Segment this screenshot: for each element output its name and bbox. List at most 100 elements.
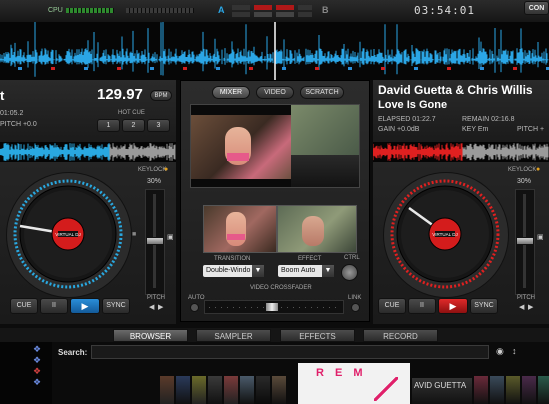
deck-b-jog-wheel[interactable]: VIRTUAL DJ (383, 172, 507, 296)
bottom-tab-bar: BROWSER SAMPLER EFFECTS RECORD (0, 328, 549, 342)
deck-b-waveform[interactable] (372, 142, 549, 162)
beat-marker (51, 67, 55, 70)
deck-a-sync-button[interactable]: SYNC (102, 298, 130, 314)
config-button[interactable]: CON (524, 1, 549, 15)
chevron-down-icon[interactable]: ▼ (322, 265, 334, 277)
deck-a-indicator[interactable]: A (218, 5, 225, 15)
tab-record[interactable]: RECORD (363, 329, 438, 342)
beat-marker (84, 67, 88, 70)
folder-icon[interactable]: ❖ (33, 355, 41, 366)
deck-b-indicator[interactable]: B (322, 5, 329, 15)
hot-cue-group: 1 2 3 (97, 119, 171, 132)
deck-switch[interactable] (232, 5, 314, 18)
deck-b-title: Love Is Gone (378, 99, 448, 111)
tab-browser[interactable]: BROWSER (113, 329, 188, 342)
deck-a-bpm: 129.97 (97, 86, 143, 103)
video-crossfader[interactable] (204, 300, 344, 314)
tab-video[interactable]: VIDEO (256, 86, 294, 99)
chevron-down-icon[interactable]: ▼ (252, 265, 264, 277)
pitch-reset-icon[interactable]: ▣ (537, 233, 544, 241)
hot-cue-1-button[interactable]: 1 (97, 119, 120, 132)
deck-a-play-button[interactable]: ▶ (70, 298, 100, 314)
auto-toggle[interactable] (190, 303, 199, 312)
folder-icon[interactable]: ❖ (33, 366, 41, 377)
effect-ctrl-knob[interactable] (341, 264, 358, 281)
bpm-badge[interactable]: BPM (150, 90, 172, 101)
waveform-deck-a (0, 22, 274, 77)
search-input[interactable] (91, 345, 489, 359)
beat-markers (18, 67, 549, 70)
lock-icon[interactable]: ● (164, 166, 168, 173)
effect-value: Boom Auto (281, 267, 316, 274)
deck-a-jog-wheel[interactable]: VIRTUAL DJ (6, 172, 130, 296)
deck-a-keylock-value: 30% (147, 178, 162, 185)
deck-a-info: t 129.97 BPM 01:05.2 PITCH +0.0 HOT CUE … (0, 80, 176, 142)
level-meter (126, 8, 194, 13)
deck-b-cue-button[interactable]: CUE (378, 298, 406, 314)
video-output-preview (190, 104, 360, 188)
sort-icon[interactable]: ↕ (512, 346, 517, 356)
browser-panel: ❖ ❖ ❖ ❖ Search: ◉ ↕ R E M AVID GUETTA (0, 342, 549, 404)
deck-a-cue-button[interactable]: CUE (10, 298, 38, 314)
tab-effects[interactable]: EFFECTS (280, 329, 355, 342)
effect-label: EFFECT (298, 256, 322, 262)
deck-a-pause-button[interactable]: II (40, 298, 68, 314)
tab-sampler[interactable]: SAMPLER (196, 329, 271, 342)
clock: 03:54:01 (414, 4, 475, 17)
link-toggle[interactable] (351, 303, 360, 312)
deck-a-waveform[interactable] (0, 142, 176, 162)
video-crossfader-label: VIDEO CROSSFADER (250, 285, 312, 291)
deck-a-pitch-handle[interactable] (146, 237, 164, 245)
deck-a-pitch-slider[interactable] (145, 189, 165, 295)
deck-b-gain: GAIN +0.0dB (378, 126, 420, 133)
tab-scratch[interactable]: SCRATCH (300, 86, 344, 99)
beat-marker (249, 67, 253, 70)
deck-b-info: David Guetta & Chris Willis Love Is Gone… (373, 80, 549, 142)
video-frame-strip (291, 155, 359, 187)
album-cover-guetta[interactable]: AVID GUETTA (412, 378, 472, 404)
hot-cue-2-button[interactable]: 2 (122, 119, 145, 132)
auto-label: AUTO (188, 295, 205, 301)
video-deck-a-thumbnail[interactable] (203, 205, 277, 253)
cpu-label: CPU (48, 7, 63, 14)
deck-b-play-button[interactable]: ▶ (438, 298, 468, 314)
beat-marker (480, 67, 484, 70)
beat-marker (117, 67, 121, 70)
pitch-reset-icon[interactable]: ▣ (167, 233, 174, 241)
pitch-down-icon[interactable]: ◀ (149, 303, 154, 311)
deck-b-sync-button[interactable]: SYNC (470, 298, 498, 314)
top-bar: CPU A B 03:54:01 CON (0, 0, 549, 23)
folder-icon[interactable]: ❖ (33, 377, 41, 388)
deck-b-remain: REMAIN 02:16.8 (462, 116, 515, 123)
deck-a-pitch-label: PITCH (147, 295, 165, 301)
search-options-icon[interactable]: ◉ (496, 346, 504, 357)
ctrl-label: CTRL (344, 255, 360, 261)
deck-b-artist: David Guetta & Chris Willis (378, 83, 533, 97)
hot-cue-3-button[interactable]: 3 (147, 119, 170, 132)
deck-b-key: KEY Em (462, 126, 489, 133)
hot-cue-label: HOT CUE (118, 110, 145, 116)
album-cover-rem[interactable]: R E M (298, 363, 410, 404)
beat-marker (348, 67, 352, 70)
deck-b-keylock-label: KEYLOCK (508, 167, 537, 173)
deck-b-pause-button[interactable]: II (408, 298, 436, 314)
pitch-up-icon[interactable]: ▶ (158, 303, 163, 311)
svg-text:VIRTUAL DJ: VIRTUAL DJ (55, 232, 81, 237)
waveform-deck-b (275, 24, 549, 75)
cpu-meter (66, 8, 114, 13)
search-label: Search: (58, 348, 88, 357)
pitch-up-icon[interactable]: ▶ (528, 303, 533, 311)
deck-b-pitch-slider[interactable] (515, 189, 535, 295)
lock-icon[interactable]: ● (536, 166, 540, 173)
rhythm-waveform-display (0, 22, 549, 80)
deck-b-body: VIRTUAL DJ KEYLOCK ● 30% ▣ PITCH CUE II … (373, 162, 549, 324)
beat-marker (513, 67, 517, 70)
cover-flow-left (160, 376, 294, 404)
link-label: LINK (348, 295, 362, 301)
folder-icon[interactable]: ❖ (33, 344, 41, 355)
tab-mixer[interactable]: MIXER (212, 86, 250, 99)
deck-b-pitch-handle[interactable] (516, 237, 534, 245)
pitch-down-icon[interactable]: ◀ (519, 303, 524, 311)
video-deck-b-thumbnail[interactable] (277, 205, 357, 253)
crossfader-handle[interactable] (265, 302, 279, 312)
